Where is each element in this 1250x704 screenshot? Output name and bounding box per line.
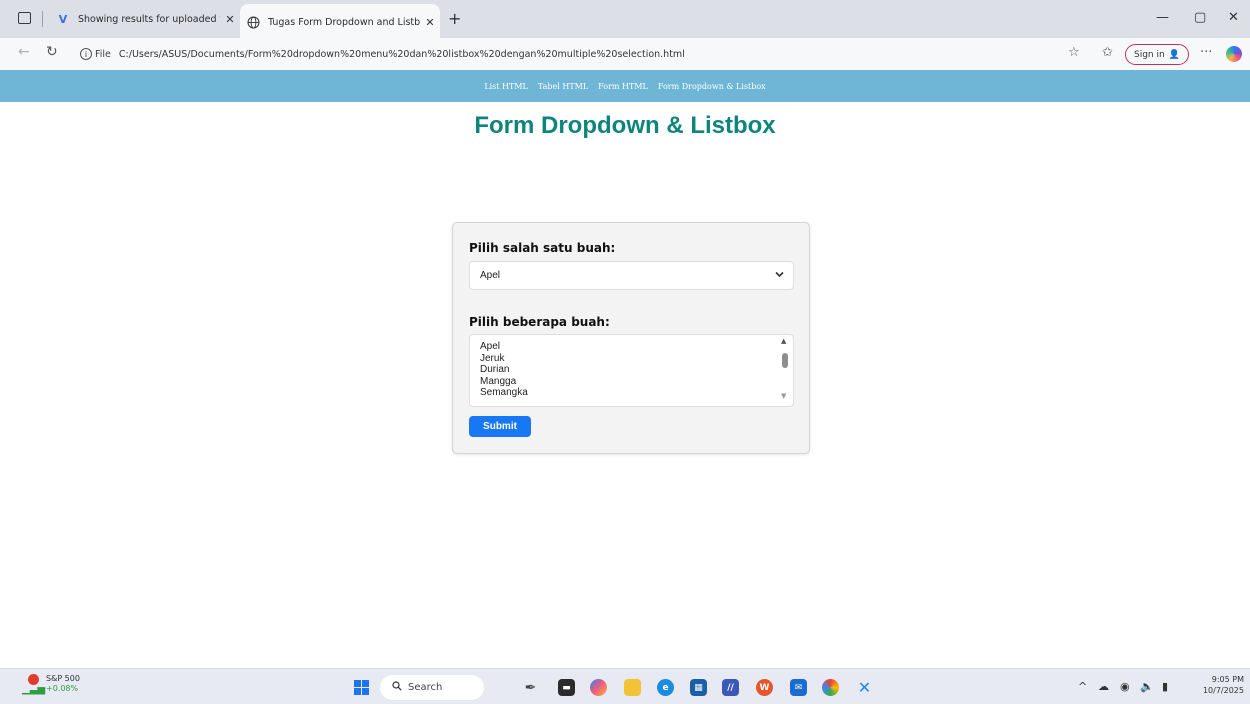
taskbar: ▁▃▅ S&P 500 +0.08% Search ✒ ▬ e ▦ // W ✉… xyxy=(0,668,1250,704)
browser-tab-1[interactable]: V Showing results for uploaded file ✕ xyxy=(50,6,240,32)
network-icon[interactable]: ☁ xyxy=(1098,680,1109,693)
listbox-option[interactable]: Mangga xyxy=(470,376,528,388)
nav-link-tabel-html[interactable]: Tabel HTML xyxy=(538,82,588,91)
edge-browser-icon[interactable]: e xyxy=(657,679,674,696)
vscode-icon[interactable]: ✕ xyxy=(856,678,873,697)
windows-start-icon[interactable] xyxy=(354,680,369,695)
chrome-icon[interactable] xyxy=(822,679,839,696)
stock-chart-icon: ▁▃▅ xyxy=(22,674,45,695)
sign-in-label: Sign in xyxy=(1134,49,1165,60)
fruit-listbox[interactable]: Apel Jeruk Durian Mangga Semangka ▲ ▼ xyxy=(469,334,794,407)
sign-in-button[interactable]: Sign in 👤 xyxy=(1125,44,1189,65)
nav-link-form-html[interactable]: Form HTML xyxy=(598,82,648,91)
dropdown-label: Pilih salah satu buah: xyxy=(469,241,616,255)
office-icon[interactable]: W xyxy=(756,679,773,696)
new-tab-icon[interactable]: + xyxy=(448,9,461,28)
tab-actions-icon[interactable] xyxy=(18,12,31,24)
page-title: Form Dropdown & Listbox xyxy=(474,112,776,139)
tab-separator xyxy=(42,11,43,27)
dropdown-selected-value: Apel xyxy=(480,270,501,281)
url-text: C:/Users/ASUS/Documents/Form%20dropdown%… xyxy=(118,48,685,60)
minimize-icon[interactable]: — xyxy=(1156,10,1169,25)
user-icon: 👤 xyxy=(1168,49,1180,60)
scrollbar-thumb[interactable] xyxy=(782,353,788,368)
back-icon[interactable]: ← xyxy=(18,44,30,60)
scroll-up-arrow-icon[interactable]: ▲ xyxy=(781,337,786,345)
store-icon[interactable]: ▦ xyxy=(690,679,707,696)
app-icon[interactable]: // xyxy=(722,679,739,696)
pen-app-icon[interactable]: ✒ xyxy=(522,679,539,696)
search-icon xyxy=(392,681,402,694)
form-card: Pilih salah satu buah: Apel Pilih bebera… xyxy=(452,222,810,454)
system-clock[interactable]: 9:05 PM 10/7/2025 xyxy=(1200,674,1244,696)
favorite-star-icon[interactable]: ☆ xyxy=(1068,45,1080,60)
scroll-down-arrow-icon[interactable]: ▼ xyxy=(781,392,786,400)
clock-time: 9:05 PM xyxy=(1211,675,1244,684)
info-icon[interactable]: i xyxy=(80,48,92,60)
address-bar: ← ↻ i File C:/Users/ASUS/Documents/Form%… xyxy=(0,38,1250,70)
close-tab-icon[interactable]: ✕ xyxy=(220,13,240,26)
more-options-icon[interactable]: ··· xyxy=(1200,45,1212,60)
submit-button[interactable]: Submit xyxy=(469,416,531,437)
copilot-app-icon[interactable] xyxy=(590,679,607,696)
listbox-option[interactable]: Jeruk xyxy=(470,353,528,365)
tab-title: Showing results for uploaded file xyxy=(78,13,220,25)
task-view-icon[interactable]: ▬ xyxy=(558,679,575,696)
listbox-label: Pilih beberapa buah: xyxy=(469,315,610,329)
nav-link-list-html[interactable]: List HTML xyxy=(484,82,528,91)
listbox-option[interactable]: Semangka xyxy=(470,387,528,399)
volume-icon[interactable]: 🔈 xyxy=(1140,680,1154,693)
copilot-icon[interactable] xyxy=(1226,46,1242,62)
browser-tab-2[interactable]: Tugas Form Dropdown and Listbox ✕ xyxy=(240,4,440,38)
stock-name: S&P 500 xyxy=(46,674,80,683)
favorites-list-icon[interactable]: ✩ xyxy=(1102,45,1113,60)
clock-date: 10/7/2025 xyxy=(1202,686,1244,695)
page-nav: List HTML Tabel HTML Form HTML Form Drop… xyxy=(0,70,1250,102)
wifi-icon[interactable]: ◉ xyxy=(1120,680,1130,693)
globe-icon xyxy=(246,15,260,29)
stock-widget[interactable]: ▁▃▅ S&P 500 +0.08% xyxy=(22,674,80,695)
show-hidden-icons-icon[interactable]: ^ xyxy=(1078,680,1087,693)
tab-title: Tugas Form Dropdown and Listbox xyxy=(268,16,420,28)
browser-tab-strip: V Showing results for uploaded file ✕ Tu… xyxy=(0,0,1250,38)
listbox-option[interactable]: Durian xyxy=(470,364,528,376)
nav-link-form-dropdown-listbox[interactable]: Form Dropdown & Listbox xyxy=(658,82,766,91)
outlook-icon[interactable]: ✉ xyxy=(790,679,807,696)
refresh-icon[interactable]: ↻ xyxy=(46,44,58,60)
listbox-scrollbar[interactable]: ▲ ▼ xyxy=(777,335,793,406)
url-field[interactable]: i File C:/Users/ASUS/Documents/Form%20dr… xyxy=(74,43,1058,65)
fruit-dropdown[interactable]: Apel xyxy=(469,261,794,290)
close-tab-icon[interactable]: ✕ xyxy=(420,16,440,29)
battery-icon[interactable]: ▮ xyxy=(1162,680,1168,693)
v-logo-icon: V xyxy=(58,12,68,26)
close-window-icon[interactable]: ✕ xyxy=(1228,10,1239,25)
taskbar-search[interactable]: Search xyxy=(380,675,484,700)
url-prefix: File xyxy=(95,48,111,60)
maximize-icon[interactable]: ▢ xyxy=(1194,10,1206,25)
chevron-down-icon xyxy=(775,270,784,281)
stock-change: +0.08% xyxy=(46,684,79,693)
search-placeholder: Search xyxy=(408,682,443,693)
listbox-option[interactable]: Apel xyxy=(470,341,528,353)
file-explorer-icon[interactable] xyxy=(624,679,641,696)
